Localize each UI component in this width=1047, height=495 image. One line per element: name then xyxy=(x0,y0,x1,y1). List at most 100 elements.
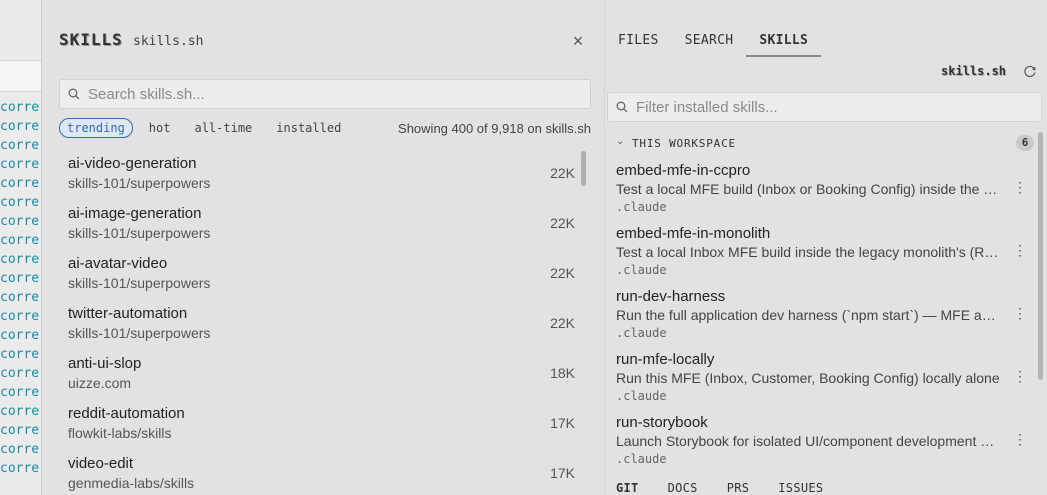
code-line: corre xyxy=(0,404,40,419)
code-line: corre xyxy=(0,138,40,153)
install-count: 22K xyxy=(550,215,575,231)
skills-search-field[interactable] xyxy=(59,79,591,109)
skill-path: .claude xyxy=(616,263,667,277)
skills-browser-panel: SKILLS skills.sh × trending hot all-time in… xyxy=(43,0,603,495)
section-title: THIS WORKSPACE xyxy=(632,137,736,150)
skill-description: Test a local MFE build (Inbox or Booking… xyxy=(616,181,1000,197)
install-count: 22K xyxy=(550,265,575,281)
skill-path: .claude xyxy=(616,200,667,214)
tab-prs[interactable]: PRS xyxy=(727,481,750,495)
installed-skill-item[interactable]: run-mfe-locally Run this MFE (Inbox, Cust… xyxy=(616,349,1026,412)
tab-search[interactable]: SEARCH xyxy=(672,30,747,57)
list-scrollbar[interactable] xyxy=(581,151,586,186)
code-line: corre xyxy=(0,195,40,210)
skill-repo: flowkit-labs/skills xyxy=(68,425,172,441)
installed-filter-field[interactable] xyxy=(607,92,1042,122)
skill-name: ai-avatar-video xyxy=(68,255,168,272)
tab-skills[interactable]: SKILLS xyxy=(746,30,822,57)
skill-name: run-dev-harness xyxy=(616,288,726,305)
refresh-icon[interactable] xyxy=(1023,64,1037,78)
filter-tab-trending[interactable]: trending xyxy=(59,118,133,138)
results-count: Showing 400 of 9,918 on skills.sh xyxy=(398,121,591,136)
skill-row[interactable]: twitter-automation skills-101/superpowers… xyxy=(59,300,591,350)
skill-row[interactable]: video-edit genmedia-labs/skills 17K xyxy=(59,450,591,495)
chevron-down-icon: ⌄ xyxy=(616,136,625,147)
skill-description: Run the full application dev harness (`n… xyxy=(616,307,1000,323)
workspace-section-header[interactable]: ⌄ THIS WORKSPACE 6 xyxy=(616,135,1034,152)
filter-tab-hot[interactable]: hot xyxy=(141,118,179,138)
tab-git[interactable]: GIT xyxy=(616,481,639,495)
sidebar-tabs: FILES SEARCH SKILLS xyxy=(605,30,822,57)
source-label: skills.sh xyxy=(941,64,1007,78)
skill-repo: skills-101/superpowers xyxy=(68,275,211,291)
install-count: 17K xyxy=(550,465,575,481)
installed-skill-list: embed-mfe-in-ccpro Test a local MFE build… xyxy=(616,160,1026,475)
installed-skill-item[interactable]: embed-mfe-in-monolith Test a local Inbox … xyxy=(616,223,1026,286)
skill-name: embed-mfe-in-ccpro xyxy=(616,162,751,179)
editor-strip: corre corre corre corre corre corre corre corre… xyxy=(0,0,42,495)
code-line: corre xyxy=(0,461,40,476)
kebab-menu-icon[interactable]: ⋮ xyxy=(1013,243,1026,257)
code-line: corre xyxy=(0,271,40,286)
filter-tabs: trending hot all-time installed xyxy=(59,118,357,138)
code-line: corre xyxy=(0,176,40,191)
code-line: corre xyxy=(0,100,40,115)
install-count: 22K xyxy=(550,315,575,331)
skill-description: Launch Storybook for isolated UI/compone… xyxy=(616,433,1000,449)
tab-issues[interactable]: ISSUES xyxy=(778,481,823,495)
installed-filter-input[interactable] xyxy=(636,96,1036,118)
skill-repo: uizze.com xyxy=(68,375,132,391)
skill-row[interactable]: anti-ui-slop uizze.com 18K xyxy=(59,350,591,400)
code-line: corre xyxy=(0,290,40,305)
panel-title: SKILLS xyxy=(59,30,123,49)
code-line: corre xyxy=(0,442,40,457)
skill-name: reddit-automation xyxy=(68,405,185,422)
code-line: corre xyxy=(0,157,40,172)
skill-description: Test a local Inbox MFE build inside the … xyxy=(616,244,1000,260)
skill-repo: skills-101/superpowers xyxy=(68,225,211,241)
code-line: corre xyxy=(0,214,40,229)
count-badge: 6 xyxy=(1016,135,1034,151)
skill-path: .claude xyxy=(616,326,667,340)
tab-docs[interactable]: DOCS xyxy=(668,481,698,495)
code-line: corre xyxy=(0,233,40,248)
close-icon[interactable]: × xyxy=(571,32,585,50)
skill-row[interactable]: ai-video-generation skills-101/superpower… xyxy=(59,150,591,200)
skill-name: ai-video-generation xyxy=(68,155,197,172)
installed-skill-item[interactable]: embed-mfe-in-ccpro Test a local MFE build… xyxy=(616,160,1026,223)
sidebar-scrollbar[interactable] xyxy=(1038,132,1043,380)
skill-name: run-mfe-locally xyxy=(616,351,715,368)
skill-name: embed-mfe-in-monolith xyxy=(616,225,771,242)
skills-search-input[interactable] xyxy=(88,83,583,105)
code-line: corre xyxy=(0,252,40,267)
install-count: 17K xyxy=(550,415,575,431)
search-icon xyxy=(616,101,628,113)
skill-repo: genmedia-labs/skills xyxy=(68,475,195,491)
kebab-menu-icon[interactable]: ⋮ xyxy=(1013,180,1026,194)
right-sidebar: FILESSEARCHSKILLS skills.sh ⌄ THIS WORKS… xyxy=(604,0,1047,495)
bottom-tabs: GIT DOCS PRS ISSUES xyxy=(616,481,852,495)
code-line: corre xyxy=(0,423,40,438)
install-count: 18K xyxy=(550,365,575,381)
skill-name: video-edit xyxy=(68,455,134,472)
skill-path: .claude xyxy=(616,452,667,466)
kebab-menu-icon[interactable]: ⋮ xyxy=(1013,432,1026,446)
installed-skill-item[interactable]: run-storybook Launch Storybook for isolat… xyxy=(616,412,1026,475)
editor-tab-strip xyxy=(0,60,41,92)
skill-repo: skills-101/superpowers xyxy=(68,325,211,341)
code-line: corre xyxy=(0,119,40,134)
skill-name: anti-ui-slop xyxy=(68,355,142,372)
code-line: corre xyxy=(0,385,40,400)
skill-repo: skills-101/superpowers xyxy=(68,175,211,191)
code-line: corre xyxy=(0,347,40,362)
skill-row[interactable]: ai-image-generation skills-101/superpower… xyxy=(59,200,591,250)
kebab-menu-icon[interactable]: ⋮ xyxy=(1013,369,1026,383)
kebab-menu-icon[interactable]: ⋮ xyxy=(1013,306,1026,320)
skill-row[interactable]: reddit-automation flowkit-labs/skills 17K xyxy=(59,400,591,450)
filter-tab-all-time[interactable]: all-time xyxy=(186,118,260,138)
skill-row[interactable]: ai-avatar-video skills-101/superpowers 22K xyxy=(59,250,591,300)
tab-files[interactable]: FILES xyxy=(605,30,672,57)
installed-skill-item[interactable]: run-dev-harness Run the full application … xyxy=(616,286,1026,349)
code-line: corre xyxy=(0,309,40,324)
filter-tab-installed[interactable]: installed xyxy=(268,118,349,138)
